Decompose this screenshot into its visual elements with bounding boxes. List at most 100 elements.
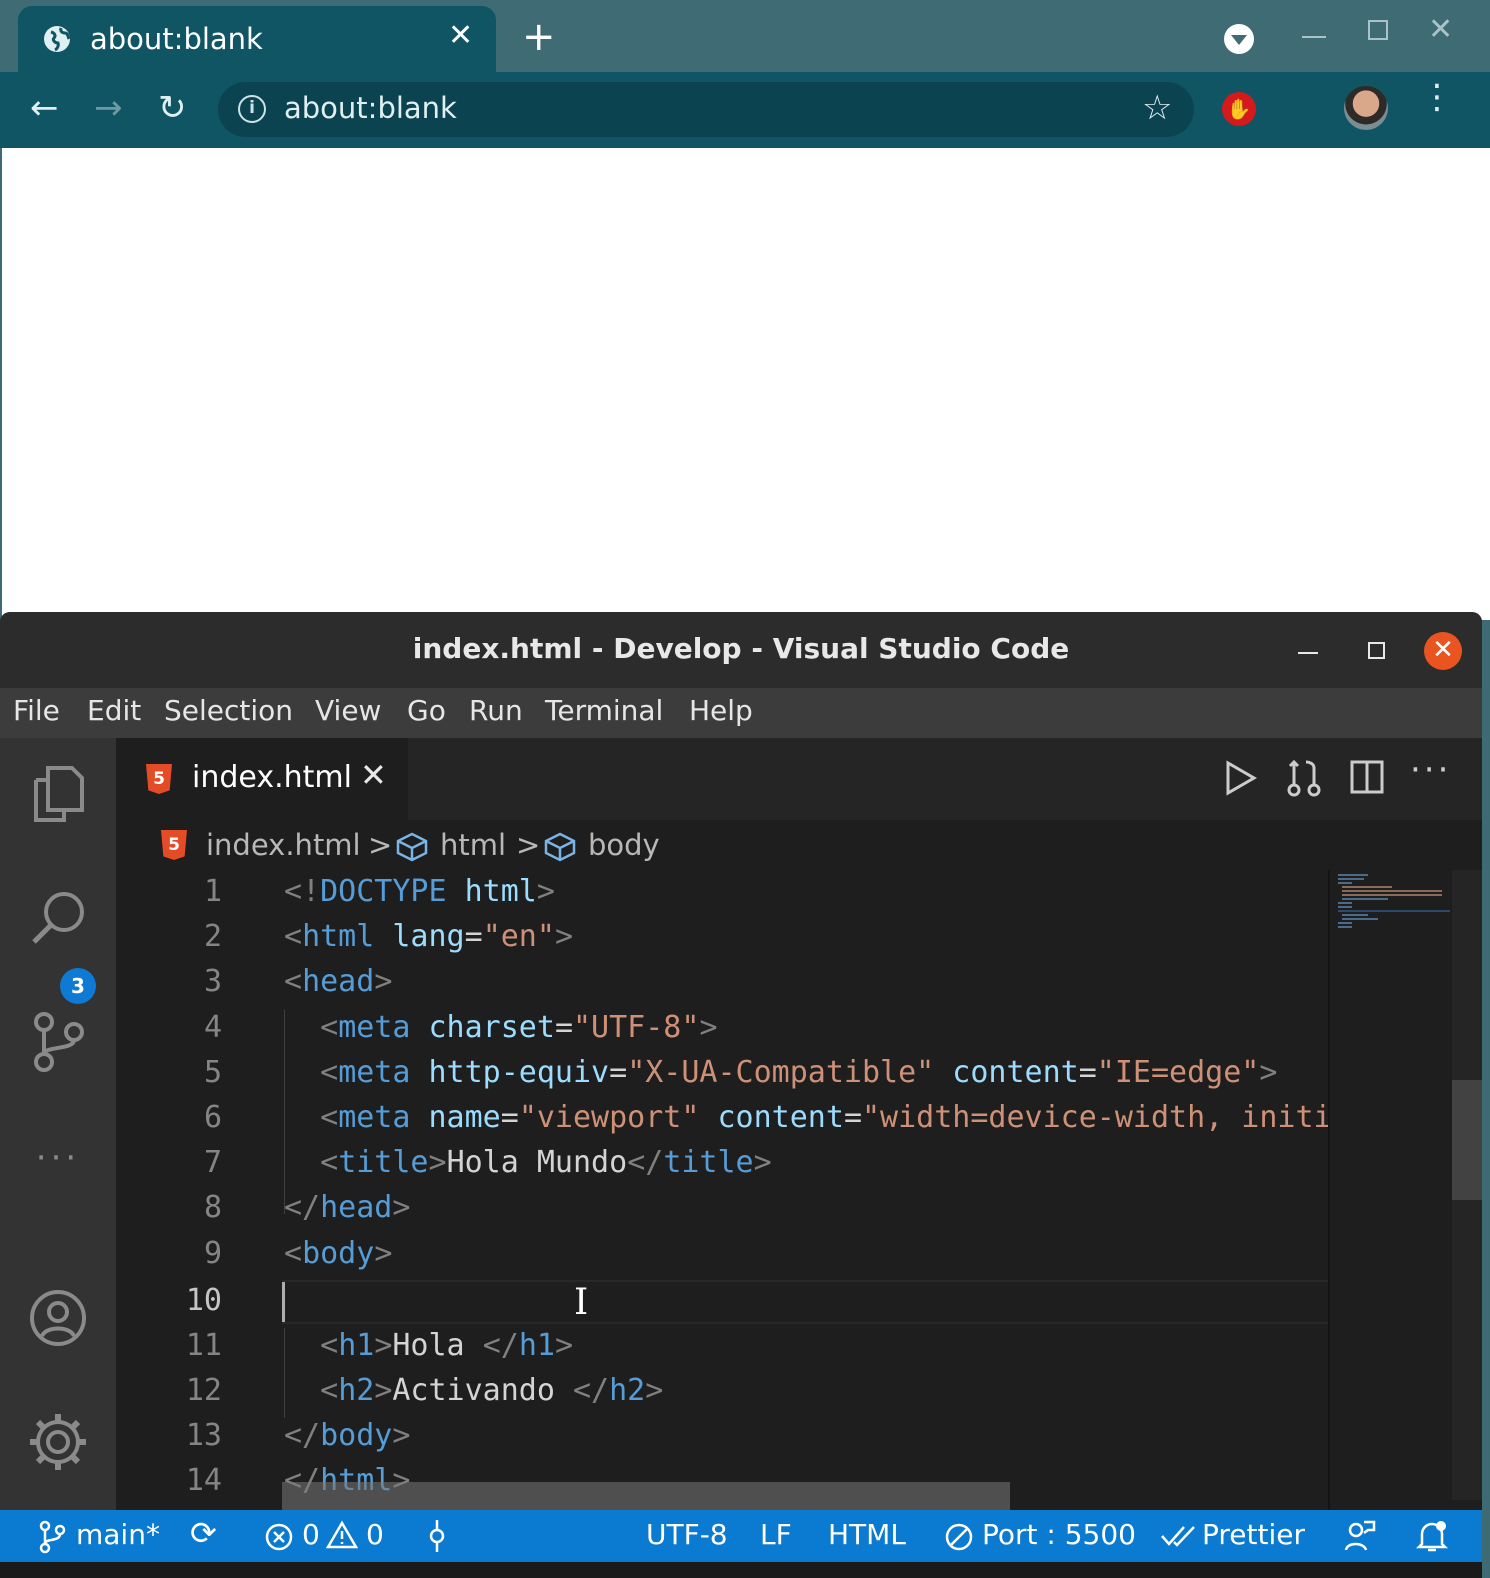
menu-help[interactable]: Help bbox=[689, 694, 753, 727]
maximize-button[interactable] bbox=[1368, 20, 1388, 40]
minimap-line bbox=[1338, 922, 1352, 924]
language-mode[interactable]: HTML bbox=[828, 1518, 906, 1551]
source-control-icon[interactable] bbox=[30, 1010, 90, 1074]
line-number: 8 bbox=[203, 1190, 222, 1225]
editor-tabs: 5 index.html ✕ ··· bbox=[116, 738, 1482, 820]
code-line: <head> bbox=[284, 964, 393, 999]
minimap-line bbox=[1342, 894, 1442, 896]
live-server-port[interactable]: Port : 5500 bbox=[982, 1518, 1136, 1551]
status-bar: main* ⟳ 0 0 UTF-8 LF HTML Port : 5500 Pr… bbox=[0, 1510, 1482, 1562]
minimize-button[interactable] bbox=[1302, 36, 1326, 38]
text-cursor bbox=[282, 1282, 285, 1322]
browser-toolbar: ← → ↻ i about:blank ☆ ✋ ⋮ bbox=[0, 72, 1490, 194]
menu-file[interactable]: File bbox=[13, 694, 60, 727]
line-number: 3 bbox=[203, 964, 222, 999]
formatter-prettier[interactable]: Prettier bbox=[1202, 1518, 1305, 1551]
vscode-maximize-button[interactable] bbox=[1368, 642, 1385, 659]
scrollbar-thumb[interactable] bbox=[1452, 1080, 1482, 1200]
check-all-icon bbox=[1161, 1526, 1195, 1547]
minimap[interactable] bbox=[1328, 870, 1482, 1510]
url-text[interactable]: about:blank bbox=[284, 91, 457, 125]
explorer-icon[interactable] bbox=[30, 764, 86, 824]
address-bar[interactable]: i about:blank ☆ bbox=[218, 82, 1194, 137]
more-actions-icon[interactable]: ··· bbox=[1410, 750, 1451, 790]
code-line: </body> bbox=[284, 1418, 411, 1453]
encoding[interactable]: UTF-8 bbox=[646, 1518, 728, 1551]
menu-icon[interactable]: ⋮ bbox=[1420, 80, 1454, 114]
breadcrumb-separator: > bbox=[368, 828, 393, 862]
minimap-line bbox=[1338, 878, 1364, 880]
menu-edit[interactable]: Edit bbox=[87, 694, 141, 727]
code-line: <meta http-equiv="X-UA-Compatible" conte… bbox=[320, 1055, 1278, 1090]
code-line: <html lang="en"> bbox=[284, 919, 573, 954]
current-line-highlight bbox=[282, 1280, 1328, 1324]
html5-icon: 5 bbox=[146, 764, 172, 794]
vscode-close-button[interactable]: ✕ bbox=[1424, 632, 1462, 670]
info-icon[interactable]: i bbox=[238, 95, 266, 123]
minimap-line bbox=[1338, 910, 1450, 912]
back-icon[interactable]: ← bbox=[30, 88, 59, 128]
notifications-icon[interactable] bbox=[1416, 1518, 1448, 1554]
browser-tab[interactable]: about:blank ✕ bbox=[18, 6, 496, 72]
browser-window: about:blank ✕ + ✕ ← → ↻ i about:blank ☆ … bbox=[0, 0, 1490, 620]
menu-bar: File Edit Selection View Go Run Terminal… bbox=[0, 688, 1482, 738]
feedback-icon[interactable] bbox=[1344, 1518, 1376, 1554]
new-tab-button[interactable]: + bbox=[522, 14, 556, 60]
tab-close-button[interactable]: ✕ bbox=[448, 18, 473, 53]
html5-icon: 5 bbox=[161, 830, 187, 860]
error-count[interactable]: 0 bbox=[302, 1518, 320, 1551]
sync-icon[interactable]: ⟳ bbox=[190, 1514, 217, 1552]
line-number: 2 bbox=[203, 919, 222, 954]
git-commit-icon[interactable] bbox=[426, 1518, 448, 1554]
code-line: <meta name="viewport" content="width=dev… bbox=[320, 1100, 1328, 1135]
more-icon[interactable]: ··· bbox=[0, 1138, 116, 1178]
error-icon[interactable] bbox=[264, 1522, 294, 1552]
window-close-button[interactable]: ✕ bbox=[1428, 12, 1453, 47]
minimap-line bbox=[1342, 918, 1378, 920]
gear-icon[interactable] bbox=[28, 1412, 88, 1472]
menu-run[interactable]: Run bbox=[469, 694, 523, 727]
vscode-minimize-button[interactable] bbox=[1298, 652, 1318, 654]
code-line: <h1>Hola </h1> bbox=[320, 1328, 573, 1363]
adblock-icon[interactable]: ✋ bbox=[1222, 92, 1256, 126]
split-editor-icon[interactable] bbox=[1350, 760, 1384, 794]
tab-search-icon[interactable] bbox=[1224, 24, 1254, 54]
tab-index-html[interactable]: 5 index.html ✕ bbox=[116, 738, 408, 820]
line-number: 7 bbox=[203, 1145, 222, 1180]
minimap-line bbox=[1342, 886, 1392, 888]
menu-go[interactable]: Go bbox=[407, 694, 446, 727]
branch-name[interactable]: main* bbox=[76, 1518, 160, 1551]
breadcrumb-html[interactable]: html bbox=[440, 828, 506, 862]
code-editor[interactable]: 1 2 3 4 5 6 7 8 9 10 11 12 13 14 <!DOCTY… bbox=[116, 870, 1328, 1510]
tab-close-button[interactable]: ✕ bbox=[360, 756, 387, 794]
warning-icon[interactable] bbox=[326, 1520, 358, 1550]
taskbar-strip bbox=[0, 1562, 1482, 1578]
search-icon[interactable] bbox=[30, 888, 90, 948]
menu-terminal[interactable]: Terminal bbox=[545, 694, 663, 727]
avatar[interactable] bbox=[1344, 86, 1388, 130]
window-title: index.html - Develop - Visual Studio Cod… bbox=[412, 632, 1070, 665]
star-icon[interactable]: ☆ bbox=[1142, 88, 1172, 128]
end-of-line[interactable]: LF bbox=[760, 1518, 792, 1551]
line-number: 1 bbox=[203, 874, 222, 909]
forward-icon[interactable]: → bbox=[94, 88, 123, 128]
menu-view[interactable]: View bbox=[315, 694, 381, 727]
warning-count[interactable]: 0 bbox=[366, 1518, 384, 1551]
minimap-line bbox=[1342, 890, 1442, 892]
line-number: 12 bbox=[185, 1373, 222, 1408]
line-number: 5 bbox=[203, 1055, 222, 1090]
accounts-icon[interactable] bbox=[28, 1288, 88, 1348]
compare-changes-icon[interactable] bbox=[1286, 758, 1322, 798]
reload-icon[interactable]: ↻ bbox=[158, 88, 187, 128]
code-line: <h2>Activando </h2> bbox=[320, 1373, 664, 1408]
menu-selection[interactable]: Selection bbox=[164, 694, 293, 727]
breadcrumb: 5 index.html > html > body bbox=[116, 820, 1482, 870]
minimap-line bbox=[1342, 914, 1368, 916]
code-line: </head> bbox=[284, 1190, 411, 1225]
run-icon[interactable] bbox=[1224, 760, 1258, 796]
horizontal-scrollbar[interactable] bbox=[282, 1482, 1010, 1510]
live-server-icon[interactable] bbox=[944, 1522, 974, 1552]
line-number: 11 bbox=[185, 1328, 222, 1363]
breadcrumb-file[interactable]: index.html bbox=[206, 828, 361, 862]
breadcrumb-body[interactable]: body bbox=[588, 828, 660, 862]
